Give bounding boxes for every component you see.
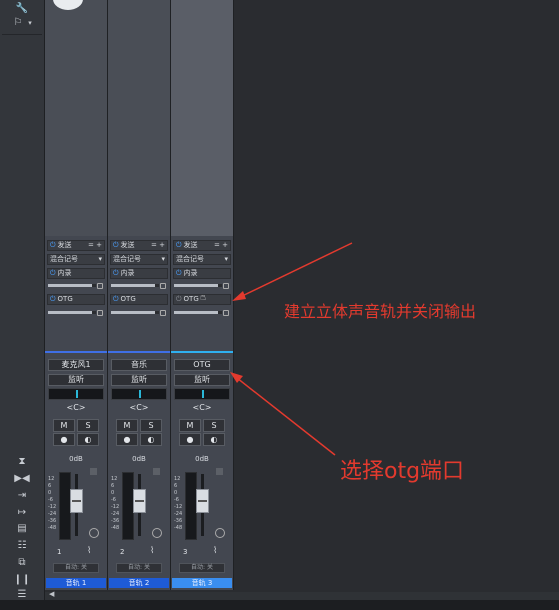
arrow-line-1 (237, 242, 353, 299)
arrow-head-1 (232, 291, 246, 301)
arrow-line-2 (236, 377, 336, 456)
annotation-text-1: 建立立体声音轨并关闭输出 (284, 302, 477, 321)
annotation-text-2: 选择otg端口 (340, 459, 465, 484)
